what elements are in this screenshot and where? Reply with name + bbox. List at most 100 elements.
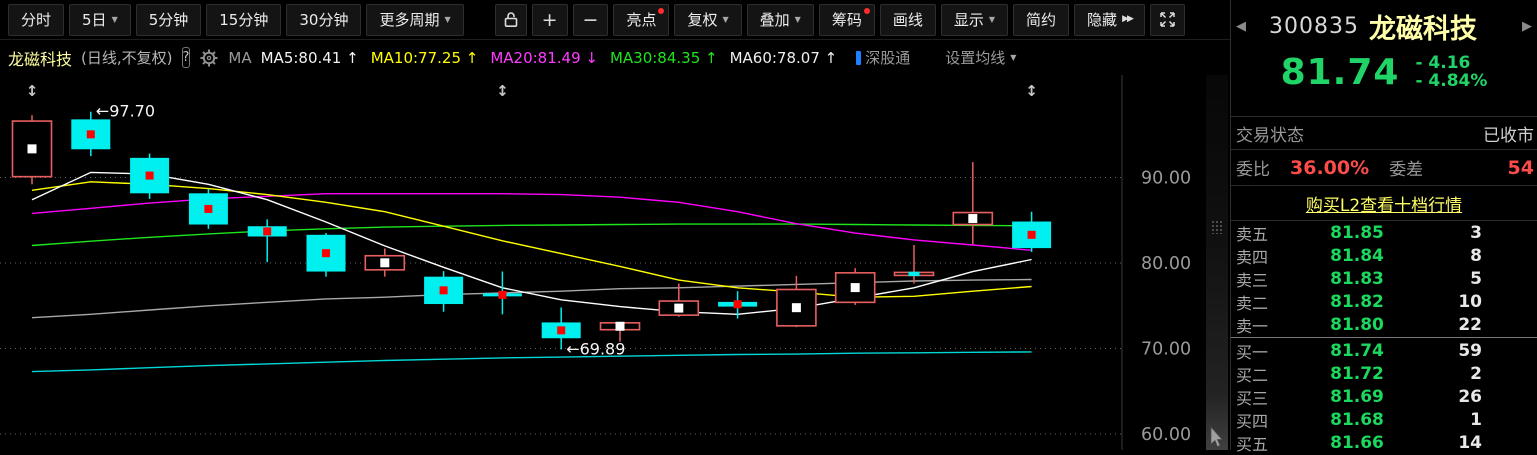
order-volume: 8 (1470, 245, 1482, 266)
bid-row[interactable]: 买二 81.72 2 (1231, 362, 1537, 385)
candle-dot (1027, 230, 1036, 239)
ask-row[interactable]: 卖三 81.83 5 (1231, 267, 1537, 290)
hide-button-label: 隐藏 (1087, 11, 1118, 29)
overlay-button[interactable]: 叠加 ▼ (746, 3, 814, 36)
price-annotation: ←97.70 (96, 102, 155, 121)
candle-dot (322, 249, 330, 258)
order-price: 81.85 (1330, 222, 1384, 243)
hk-connect-icon (856, 50, 862, 65)
ma-settings-button[interactable]: 设置均线 ▼ (945, 47, 1016, 68)
tab-realtime[interactable]: 分时 (8, 3, 65, 36)
simple-mode-button[interactable]: 简约 (1013, 3, 1070, 36)
weicha-value: 54 (1507, 156, 1534, 179)
ma-line-MA-cyan (31, 351, 1032, 373)
order-volume: 2 (1470, 363, 1482, 384)
candle-dot (615, 321, 625, 331)
candle-dot (380, 258, 390, 268)
display-button-label: 显示 (953, 11, 984, 29)
candle-dot (204, 204, 213, 213)
ask-row[interactable]: 卖二 81.82 10 (1231, 290, 1537, 313)
legend-period-label: (日线,不复权) (81, 49, 173, 67)
highlights-button-label: 亮点 (626, 11, 657, 29)
ma-line-MA20 (31, 192, 1032, 251)
candle-dot (498, 290, 507, 299)
tab-15min-label: 15分钟 (219, 11, 269, 29)
double-arrow-icon: ▶▶ (1122, 14, 1134, 24)
fullscreen-button[interactable] (1149, 3, 1185, 36)
order-level-label: 卖一 (1236, 316, 1269, 336)
chevron-down-icon: ▼ (444, 14, 451, 24)
zoom-in-button-label: + (541, 8, 558, 31)
chips-button[interactable]: 筹码 (818, 3, 875, 36)
candlestick-chart[interactable]: 90.00 80.00 70.00 60.00 ←97.70 ←69.89 ↕ ↕ ↕ (0, 75, 1230, 450)
order-volume: 22 (1458, 314, 1482, 335)
gear-icon[interactable] (199, 48, 219, 68)
tab-5day[interactable]: 5日 ▼ (69, 3, 131, 36)
candle-dot (27, 144, 37, 154)
candle-dot (263, 227, 272, 236)
prev-stock-button[interactable]: ◀ (1231, 19, 1251, 34)
ma-legend-item-0: MA5:80.41 ↑ (260, 48, 359, 67)
chevron-down-icon: ▼ (1010, 52, 1017, 62)
ask-row[interactable]: 卖四 81.84 8 (1231, 244, 1537, 267)
price-annotation: ←69.89 (566, 339, 625, 358)
chevron-down-icon: ▼ (988, 14, 996, 24)
candle-dot (733, 300, 742, 309)
bid-row[interactable]: 买五 81.66 14 (1231, 431, 1537, 454)
axis-label: 90.00 (1141, 169, 1191, 189)
stock-name: 龙磁科技 (1368, 13, 1477, 45)
l2-upgrade-link[interactable]: 购买L2查看十档行情 (1306, 191, 1462, 216)
order-level-label: 卖二 (1236, 293, 1269, 313)
chevron-down-icon: ▼ (794, 14, 801, 24)
tab-30min[interactable]: 30分钟 (286, 3, 362, 36)
weibi-value: 36.00% (1290, 156, 1370, 179)
ask-row[interactable]: 卖五 81.85 3 (1231, 221, 1537, 244)
bid-row[interactable]: 买一 81.74 59 (1231, 339, 1537, 362)
order-price: 81.82 (1330, 291, 1384, 312)
order-volume: 1 (1470, 409, 1482, 430)
order-price: 81.69 (1330, 386, 1384, 407)
lock-open-icon (504, 12, 517, 27)
order-volume: 59 (1458, 340, 1482, 361)
axis-label: 70.00 (1141, 340, 1191, 360)
display-button[interactable]: 显示 ▼ (940, 3, 1009, 36)
hide-button[interactable]: 隐藏 ▶▶ (1074, 3, 1145, 36)
last-price: 81.74 (1280, 51, 1400, 93)
draw-line-button-label: 画线 (892, 11, 923, 29)
adjust-price-button[interactable]: 复权 ▼ (674, 3, 742, 36)
zoom-out-button[interactable]: − (572, 3, 609, 36)
ask-row[interactable]: 卖一 81.80 22 (1231, 313, 1537, 336)
weibi-row: 委比 36.00% 委差 54 (1231, 149, 1537, 185)
lock-button[interactable] (494, 3, 527, 36)
fullscreen-icon (1160, 12, 1175, 27)
chips-button-label: 筹码 (831, 11, 862, 29)
order-level-label: 卖三 (1236, 270, 1269, 290)
hk-connect-tag: 深股通 (856, 47, 910, 68)
bid-row[interactable]: 买三 81.69 26 (1231, 385, 1537, 408)
price-block: 81.74 - 4.16 - 4.84% (1231, 45, 1537, 99)
tab-15min[interactable]: 15分钟 (206, 3, 282, 36)
candle-dot (850, 283, 860, 293)
order-price: 81.72 (1330, 363, 1384, 384)
zoom-in-button[interactable]: + (531, 3, 568, 36)
highlights-button[interactable]: 亮点 (613, 3, 670, 36)
draw-line-button[interactable]: 画线 (879, 3, 936, 36)
splitter-grip[interactable] (1211, 220, 1223, 234)
next-stock-button[interactable]: ▶ (1517, 19, 1537, 34)
notification-dot (863, 7, 870, 14)
order-volume: 26 (1458, 386, 1482, 407)
help-icon[interactable]: ? (181, 47, 191, 68)
order-price: 81.83 (1330, 268, 1384, 289)
more-periods-button[interactable]: 更多周期 ▼ (366, 3, 464, 36)
order-level-label: 卖四 (1236, 247, 1269, 267)
event-marker-icon: ↕ (496, 82, 509, 100)
order-level-label: 买五 (1236, 434, 1269, 454)
bid-row[interactable]: 买四 81.68 1 (1231, 408, 1537, 431)
stock-terminal: 分时 5日 ▼ 5分钟 15分钟 30分钟 更多周期 ▼ + − 亮点 复权 ▼ 叠加 ▼ 筹码 画线 显示 ▼ 简约… (0, 0, 1537, 454)
order-level-label: 卖五 (1236, 224, 1269, 244)
tab-5min[interactable]: 5分钟 (135, 3, 202, 36)
quote-panel: ◀ 300835 龙磁科技 ▶ 81.74 - 4.16 - 4.84% 交易状… (1230, 0, 1537, 454)
ma-legend-item-4: MA60:78.07 ↑ (729, 48, 838, 67)
order-price: 81.84 (1330, 245, 1384, 266)
simple-mode-button-label: 简约 (1026, 11, 1057, 29)
